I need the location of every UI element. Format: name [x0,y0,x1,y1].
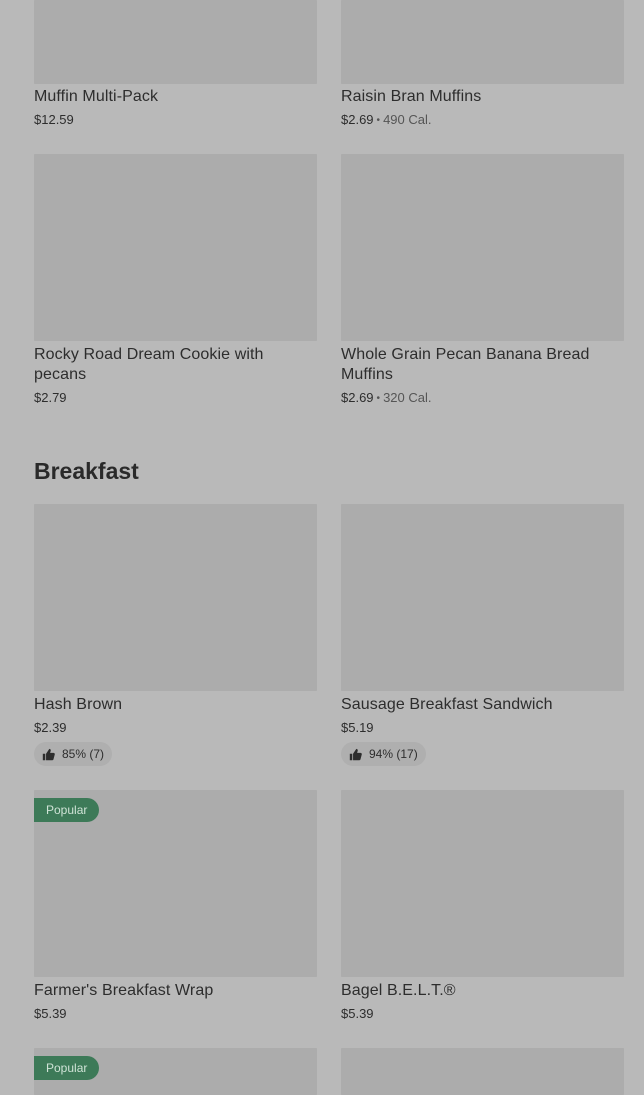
menu-item-image[interactable] [341,0,624,84]
menu-item-image[interactable] [34,0,317,84]
menu-item-price-calories: $2.69 • 320 Cal. [341,390,431,407]
menu-item-name: Sausage Breakfast Sandwich [341,696,553,713]
menu-item-name: Hash Brown [34,696,123,713]
menu-item-card[interactable]: Raisin Bran Muffins $2.69 • 490 Cal. [341,0,624,130]
separator-dot: • [376,115,381,126]
menu-item-image[interactable] [341,154,624,341]
menu-item-image[interactable] [34,154,317,341]
menu-item-card[interactable]: Popular [34,1048,317,1095]
price-text: $5.19 [341,720,374,735]
calories-text: 490 Cal. [383,112,432,127]
thumbs-up-icon [42,748,55,760]
price-text: $12.59 [34,112,74,127]
section-title-breakfast: Breakfast [34,458,139,484]
popular-badge: Popular [34,798,100,822]
menu-page: Muffin Multi-Pack $12.59 Raisin Bran Muf… [0,0,644,1095]
price-text: $2.39 [34,720,67,735]
menu-item-name: Raisin Bran Muffins [341,88,482,105]
menu-item-card[interactable] [341,1048,624,1095]
menu-item-image[interactable] [341,504,624,691]
menu-item-card[interactable]: Popular Farmer's Breakfast Wrap $5.39 [34,790,317,1030]
menu-item-image[interactable] [34,504,317,691]
menu-item-price: $12.59 [34,112,74,128]
price-text: $5.39 [341,1006,374,1021]
menu-item-name: Farmer's Breakfast Wrap [34,982,214,999]
menu-item-price-calories: $2.69 • 490 Cal. [341,112,431,129]
calories-text: 320 Cal. [383,390,432,405]
menu-item-card[interactable]: Whole Grain Pecan Banana Bread Muffins $… [341,154,624,414]
separator-dot: • [376,393,381,404]
rating-text: 85% (7) [62,747,105,761]
price-text: $2.69 [341,390,374,405]
menu-item-price: $5.39 [34,1006,67,1022]
menu-item-price: $5.39 [341,1006,374,1022]
menu-item-price: $5.19 [341,720,374,736]
menu-item-card[interactable]: Hash Brown $2.39 85% (7) [34,504,317,766]
menu-item-name: Rocky Road Dream Cookie with pecans [34,346,264,383]
rating-pill: 85% (7) [34,742,113,766]
price-text: $2.69 [341,112,374,127]
rating-text: 94% (17) [369,747,418,761]
popular-badge: Popular [34,1056,100,1080]
menu-item-name: Whole Grain Pecan Banana Bread Muffins [341,346,590,383]
menu-item-card[interactable]: Muffin Multi-Pack $12.59 [34,0,317,130]
price-text: $5.39 [34,1006,67,1021]
menu-item-image[interactable] [341,790,624,977]
menu-item-price: $2.39 [34,720,67,736]
thumbs-up-icon [349,748,362,760]
rating-pill: 94% (17) [341,742,426,766]
menu-item-card[interactable]: Rocky Road Dream Cookie with pecans $2.7… [34,154,317,414]
menu-item-card[interactable]: Bagel B.E.L.T.® $5.39 [341,790,624,1030]
menu-item-name: Bagel B.E.L.T.® [341,982,456,999]
menu-item-card[interactable]: Sausage Breakfast Sandwich $5.19 94% (17… [341,504,624,766]
menu-item-price: $2.79 [34,390,67,406]
menu-item-image[interactable] [341,1048,624,1095]
price-text: $2.79 [34,390,67,405]
menu-item-name: Muffin Multi-Pack [34,88,159,105]
